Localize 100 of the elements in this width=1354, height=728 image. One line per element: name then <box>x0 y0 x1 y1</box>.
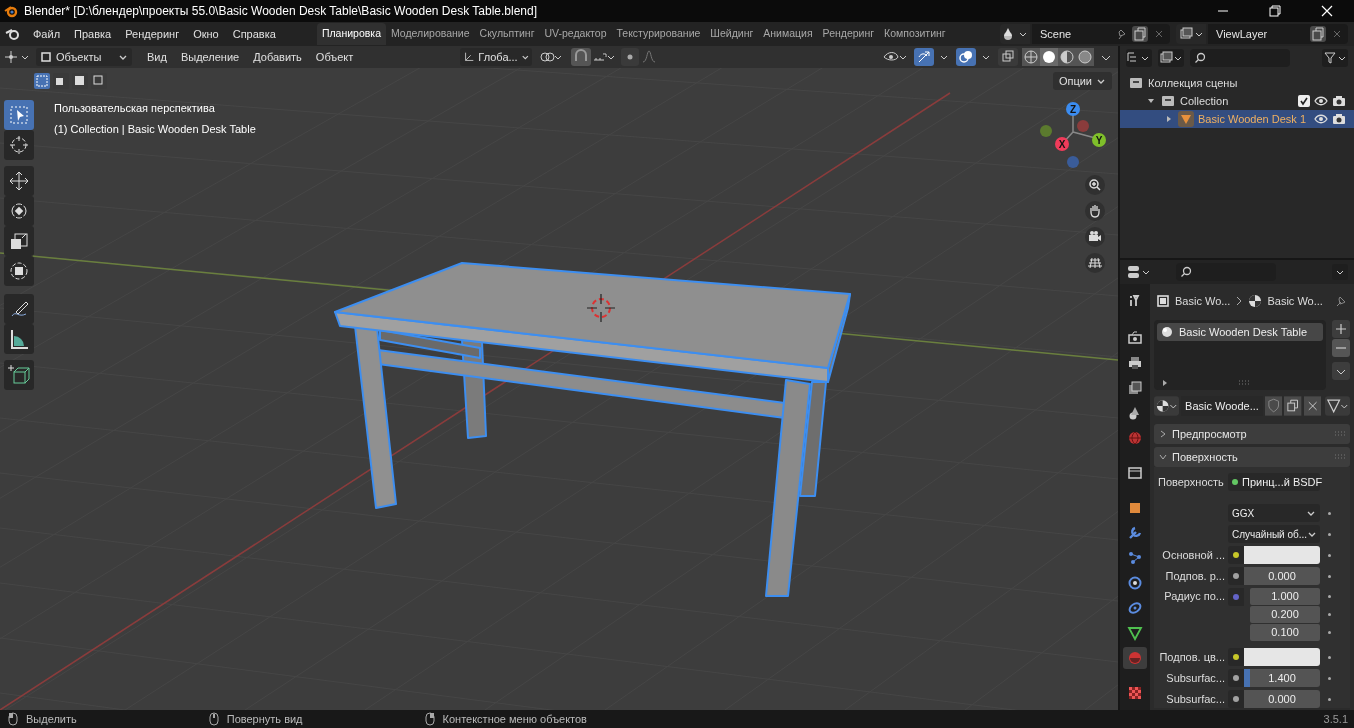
search-field[interactable] <box>1190 49 1290 67</box>
status-hint: Контекстное меню объектов <box>442 711 587 727</box>
shader-link-field[interactable]: Принц...й BSDF <box>1228 473 1320 491</box>
tool-cursor-icon[interactable] <box>4 130 34 160</box>
workspace-tab[interactable]: Текстурирование <box>611 23 706 45</box>
material-shading-icon[interactable] <box>1058 48 1076 66</box>
editor-type-icon[interactable] <box>1126 263 1152 281</box>
xray-icon[interactable] <box>998 48 1018 66</box>
color-swatch[interactable] <box>1244 546 1320 564</box>
name-field[interactable]: Scene <box>1032 24 1170 44</box>
blender-logo-icon[interactable] <box>5 27 21 41</box>
menu-item[interactable]: Правка <box>67 24 119 44</box>
solid-shading-icon[interactable] <box>1040 48 1058 66</box>
negative-axis-handle[interactable] <box>1077 120 1089 132</box>
image-stack-icon[interactable] <box>1176 24 1206 44</box>
tool-annotate-icon[interactable] <box>4 294 34 324</box>
camera-icon[interactable] <box>1084 226 1106 248</box>
mode-dropdown[interactable]: Объекты <box>36 48 132 66</box>
outliner-row[interactable]: Collection <box>1120 92 1354 110</box>
rendered-shading-icon[interactable] <box>1076 48 1094 66</box>
snap-icon[interactable] <box>570 48 617 66</box>
workspace-tab[interactable]: Скульптинг <box>474 23 540 45</box>
tool-transform-icon[interactable] <box>4 256 34 286</box>
orientation-dropdown[interactable]: Глоба... <box>460 48 533 66</box>
number-field[interactable]: 0.200 <box>1250 606 1320 623</box>
number-field[interactable]: 1.400 <box>1244 669 1320 687</box>
axis-handle[interactable]: Z <box>1066 102 1080 116</box>
workspace-tab[interactable]: Моделирование <box>386 23 475 45</box>
plus-icon[interactable] <box>1332 320 1350 338</box>
name-field[interactable]: ViewLayer <box>1208 24 1348 44</box>
caret-icon[interactable] <box>1332 264 1348 280</box>
menu-item[interactable]: Добавить <box>246 48 309 66</box>
number-field[interactable]: 0.000 <box>1244 690 1320 708</box>
camera-icon[interactable] <box>1332 95 1346 107</box>
menu-item[interactable]: Вид <box>140 48 174 66</box>
filter-icon[interactable] <box>1322 49 1348 67</box>
number-field[interactable]: 0.100 <box>1250 624 1320 641</box>
breadcrumb-item[interactable]: Basic Wo... <box>1175 292 1231 310</box>
minus-icon[interactable] <box>1332 339 1350 357</box>
camera-icon[interactable] <box>1332 113 1346 125</box>
3d-cursor-icon <box>586 293 616 323</box>
expand-triangle-icon[interactable] <box>1161 379 1169 387</box>
tool-move-icon[interactable] <box>4 166 34 196</box>
tool-select-icon[interactable] <box>4 100 34 130</box>
display-mode-icon[interactable] <box>1158 49 1184 67</box>
search-icon <box>1194 52 1206 64</box>
outliner-row[interactable]: Коллекция сцены <box>1120 74 1354 92</box>
material-browse-icon[interactable] <box>1154 396 1180 416</box>
search-field[interactable] <box>1176 263 1276 281</box>
breadcrumb-item[interactable]: Basic Wo... <box>1267 292 1323 310</box>
grip-icon[interactable] <box>1238 380 1250 386</box>
menu-item[interactable]: Выделение <box>173 48 247 66</box>
workspace-tab[interactable]: Анимация <box>758 23 818 45</box>
eye-icon[interactable] <box>1314 95 1328 107</box>
checkbox-icon[interactable] <box>1298 95 1310 107</box>
tool-measure-icon[interactable] <box>4 324 34 354</box>
menu-item[interactable]: Файл <box>26 24 68 44</box>
workspace-tab[interactable]: Планировка <box>316 23 386 45</box>
number-field[interactable]: 1.000 <box>1250 588 1320 605</box>
copy-icon[interactable] <box>1132 26 1148 42</box>
panel-header[interactable]: Поверхность <box>1154 447 1350 467</box>
workspace-tab[interactable]: Рендеринг <box>817 23 880 45</box>
panel-header[interactable]: Предпросмотр <box>1154 424 1350 444</box>
tool-add-cube-icon[interactable] <box>4 360 34 390</box>
hand-icon[interactable] <box>1084 200 1106 222</box>
eye-icon[interactable] <box>1314 113 1328 125</box>
workspace-tab[interactable]: UV-редактор <box>539 23 612 45</box>
zoom-icon[interactable] <box>1084 174 1106 196</box>
workspace-tab[interactable]: Шейдинг <box>705 23 759 45</box>
copy-icon[interactable] <box>1284 396 1302 416</box>
color-swatch[interactable] <box>1244 648 1320 666</box>
search-icon <box>1180 266 1192 278</box>
axis-handle[interactable]: Y <box>1092 133 1106 147</box>
viewport-info-text: (1) Collection | Basic Wooden Desk Table <box>54 121 256 137</box>
outliner-label: Collection <box>1180 93 1230 109</box>
negative-axis-handle[interactable] <box>1040 125 1052 137</box>
pin-icon[interactable] <box>1334 294 1348 308</box>
outliner-row[interactable]: Basic Wooden Desk 1 <box>1120 110 1354 128</box>
grid-icon[interactable] <box>1084 252 1106 274</box>
number-field[interactable]: 0.000 <box>1244 567 1320 585</box>
wireframe-shading-icon[interactable] <box>1022 48 1040 66</box>
version-label: 3.5.1 <box>1323 711 1348 727</box>
caret-icon[interactable] <box>1332 362 1350 380</box>
material-slot-list[interactable]: Basic Wooden Desk Table <box>1154 320 1326 390</box>
scene-icon[interactable] <box>1000 24 1030 44</box>
material-slot[interactable]: Basic Wooden Desk Table <box>1157 323 1323 341</box>
negative-axis-handle[interactable] <box>1067 156 1079 168</box>
dropdown[interactable]: GGX <box>1228 504 1320 522</box>
options-button[interactable]: Опции <box>1052 72 1112 90</box>
menu-item[interactable]: Справка <box>225 24 283 44</box>
dropdown[interactable]: Случайный об... <box>1228 525 1320 543</box>
axis-handle[interactable]: X <box>1055 137 1069 151</box>
node-tree-icon[interactable] <box>1324 396 1350 416</box>
menu-item[interactable]: Рендеринг <box>118 24 187 44</box>
copy-icon[interactable] <box>1310 26 1326 42</box>
fake-user-shield-icon[interactable] <box>1264 396 1283 416</box>
menu-item[interactable]: Объект <box>308 48 361 66</box>
property-label: Основной ... <box>1161 547 1226 563</box>
workspace-tab[interactable]: Композитинг <box>879 23 951 45</box>
menu-item[interactable]: Окно <box>186 24 226 44</box>
